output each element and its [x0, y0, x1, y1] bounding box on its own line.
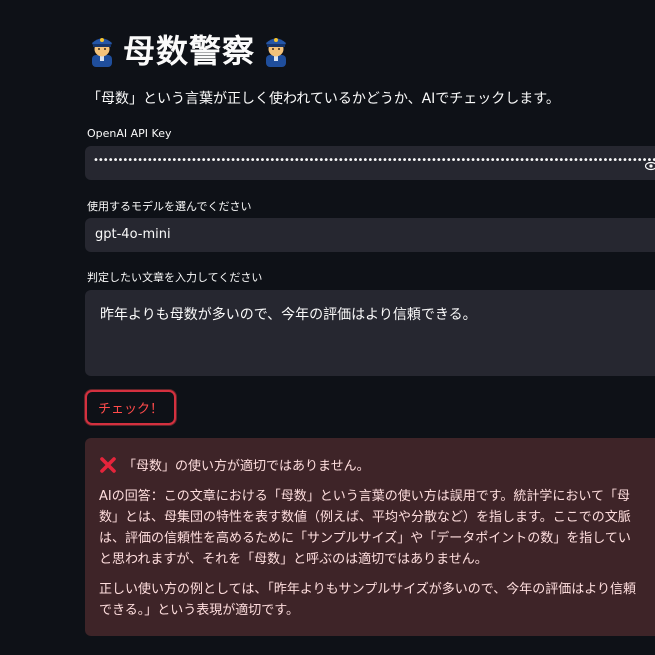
eye-icon[interactable] — [644, 157, 655, 171]
alert-heading-text: 「母数」の使い方が適切ではありません。 — [123, 459, 370, 474]
correct-usage-example: 正しい使い方の例としては、「昨年よりもサンプルサイズが多いので、今年の評価はより… — [99, 582, 637, 618]
alert-body: AIの回答：この文章における「母数」という言葉の使い方は誤用です。統計学において… — [99, 486, 655, 630]
ai-answer-text: AIの回答：この文章における「母数」という言葉の使い方は誤用です。統計学において… — [99, 489, 631, 567]
api-key-input[interactable]: ••••••••••••••••••••••••••••••••••••••••… — [85, 146, 655, 180]
app-root: 母数警察 「母数」という言葉が正しく使われているかどうか、AIでチェックします。… — [0, 0, 655, 655]
text-input-label: 判定したい文章を入力してください — [87, 271, 263, 284]
model-selected-value: gpt-4o-mini — [95, 227, 171, 242]
police-officer-icon — [87, 31, 117, 67]
text-area-value: 昨年よりも母数が多いので、今年の評価はより信頼できる。 — [100, 307, 477, 323]
app-description: 「母数」という言葉が正しく使われているかどうか、AIでチェックします。 — [87, 91, 560, 107]
model-select[interactable]: gpt-4o-mini — [85, 218, 655, 252]
model-select-label: 使用するモデルを選んでください — [87, 200, 252, 213]
title-text: 母数警察 — [123, 32, 256, 70]
api-key-label: OpenAI API Key — [87, 127, 172, 140]
page-title: 母数警察 — [87, 26, 291, 72]
check-button[interactable]: チェック！ — [85, 390, 176, 425]
cross-mark-icon — [99, 456, 117, 474]
api-key-masked-value: ••••••••••••••••••••••••••••••••••••••••… — [93, 155, 655, 166]
text-area[interactable]: 昨年よりも母数が多いので、今年の評価はより信頼できる。 — [85, 290, 655, 376]
alert-heading: 「母数」の使い方が適切ではありません。 — [99, 455, 370, 474]
police-officer-icon — [261, 31, 291, 67]
error-alert: 「母数」の使い方が適切ではありません。 AIの回答：この文章における「母数」とい… — [85, 438, 655, 636]
